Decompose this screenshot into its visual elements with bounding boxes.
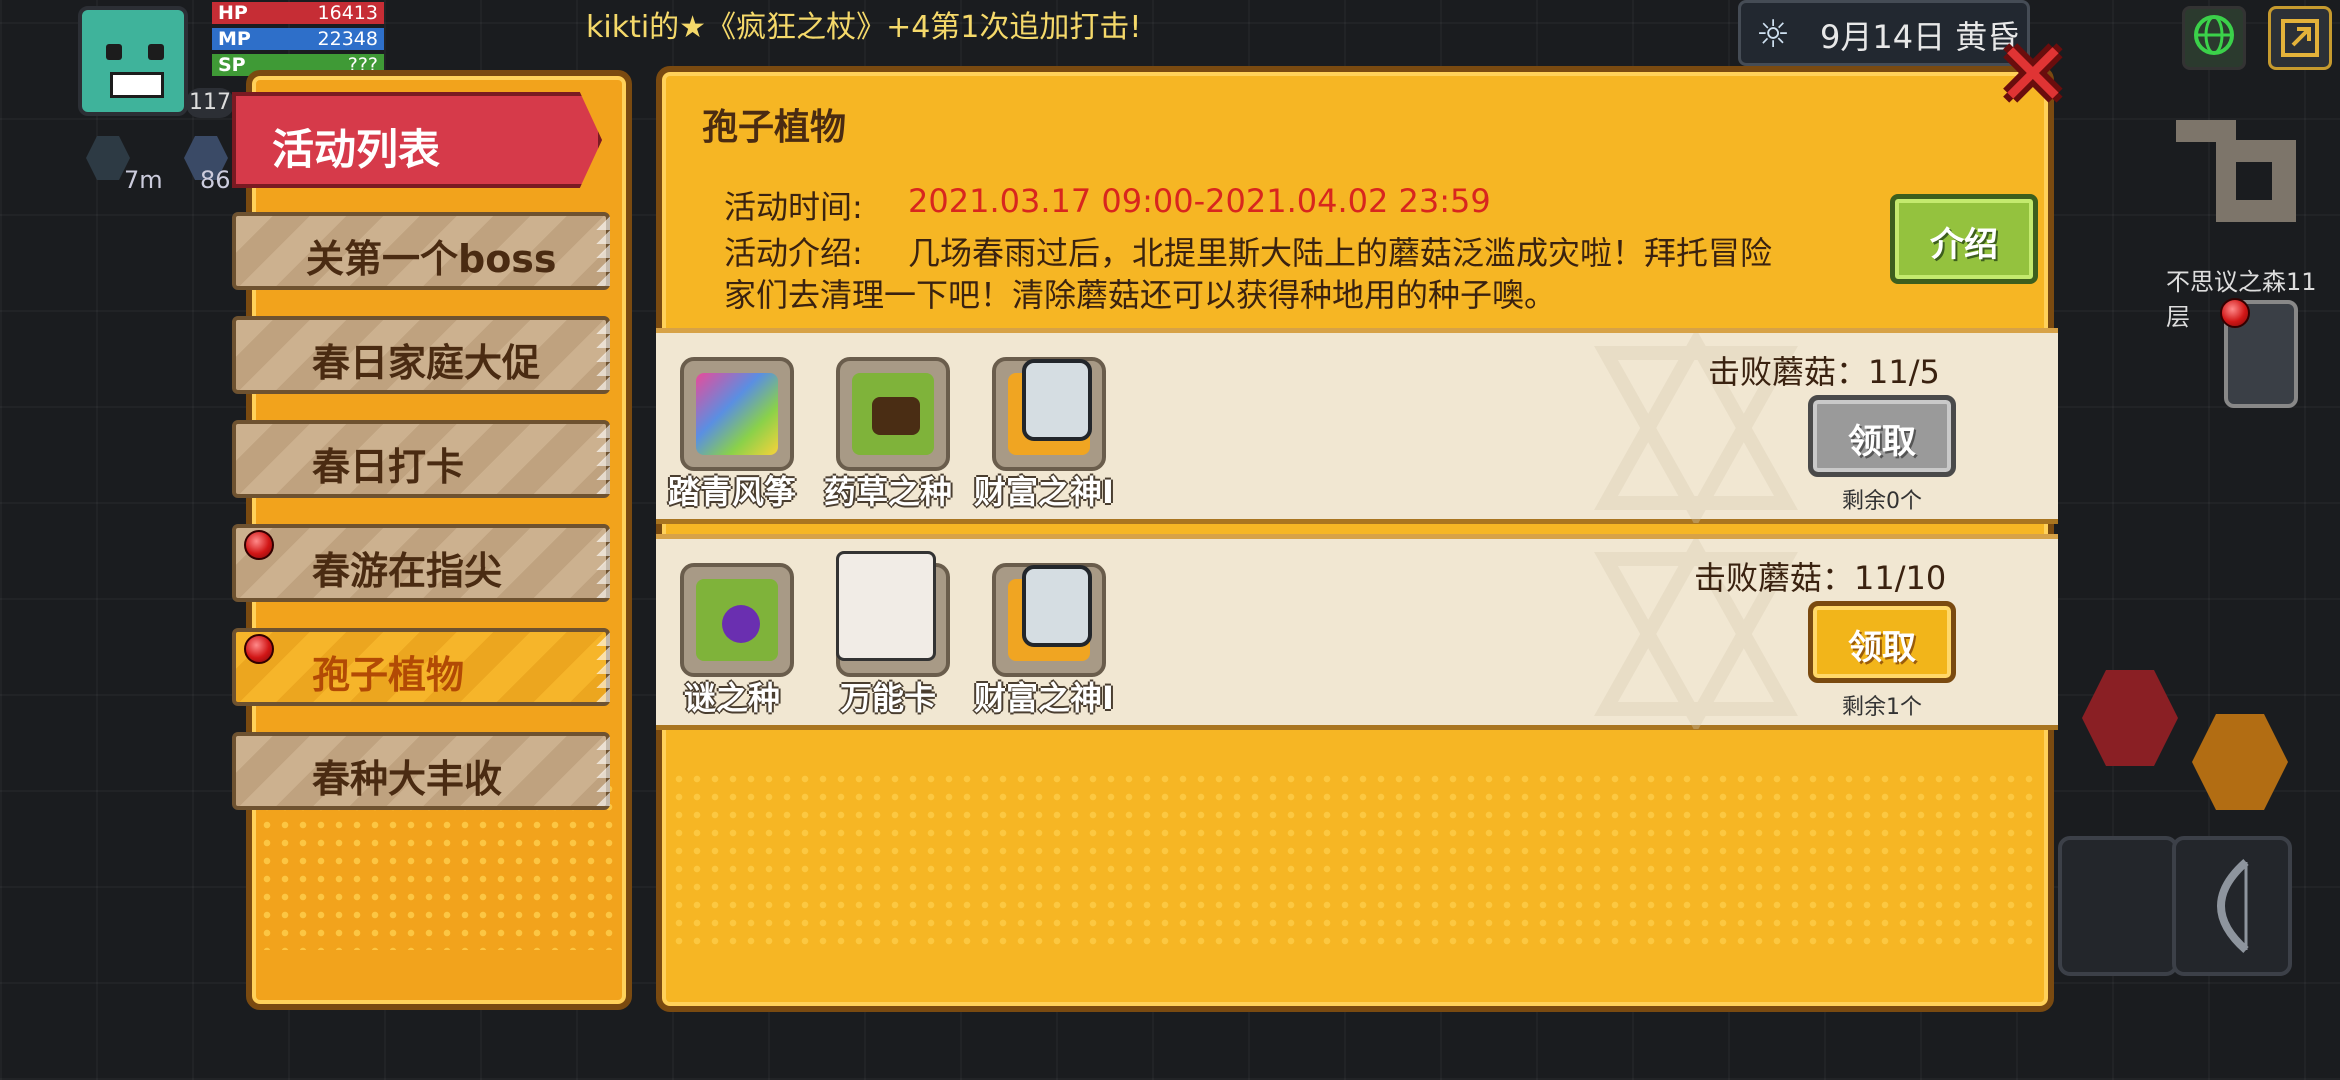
sp-label: SP bbox=[218, 54, 246, 76]
reward-row: 谜之种 万能卡 财富之神I 击败蘑菇：11/10 领取 剩余1个 bbox=[656, 534, 2058, 730]
date-text: 9月14日 黄昏 bbox=[1820, 18, 2020, 56]
tab-spring-checkin[interactable]: 春日打卡 bbox=[232, 420, 610, 498]
claim-label: 领取 bbox=[1848, 628, 1916, 668]
tab-notification-dot bbox=[244, 530, 274, 560]
tab-spring-outing[interactable]: 春游在指尖 bbox=[232, 524, 610, 602]
reward-item-name: 万能卡 bbox=[839, 679, 936, 717]
hp-value: 16413 bbox=[317, 2, 378, 24]
exit-arrow-icon[interactable] bbox=[2268, 6, 2332, 70]
system-ticker: kikti的★《疯狂之杖》+4第1次追加打击! bbox=[586, 10, 1142, 45]
tab-label: 关第一个boss bbox=[306, 237, 557, 281]
buff-timer: 7m bbox=[124, 166, 163, 194]
reward-item-fortune-god[interactable] bbox=[992, 357, 1106, 471]
buff-count: 86 bbox=[200, 166, 231, 194]
network-globe-icon[interactable] bbox=[2182, 6, 2246, 70]
reward-row: 踏青风筝 药草之种 财富之神I 击败蘑菇：11/5 领取 剩余0个 bbox=[656, 328, 2058, 524]
tab-label: 春游在指尖 bbox=[312, 549, 503, 593]
mp-bar: MP 22348 bbox=[212, 28, 384, 50]
phone-notification-dot bbox=[2220, 298, 2250, 328]
reward-item-name: 财富之神I bbox=[974, 679, 1114, 717]
avatar-eye bbox=[148, 44, 164, 60]
remaining-count: 剩余0个 bbox=[1842, 489, 1922, 514]
intro-button[interactable]: 介绍 bbox=[1890, 194, 2038, 284]
tab-label: 春日家庭大促 bbox=[312, 341, 541, 385]
reward-item-herb-seed[interactable] bbox=[836, 357, 950, 471]
close-icon[interactable]: ✕ bbox=[1996, 31, 2070, 119]
reward-item-name: 药草之种 bbox=[823, 473, 952, 511]
weapon-slot-bow-icon[interactable] bbox=[2172, 836, 2292, 976]
tab-spring-harvest[interactable]: 春种大丰收 bbox=[232, 732, 610, 810]
event-title: 孢子植物 bbox=[702, 107, 847, 148]
avatar-eye bbox=[106, 44, 122, 60]
reward-item-name: 财富之神I bbox=[974, 473, 1114, 511]
remaining-count: 剩余1个 bbox=[1842, 695, 1922, 720]
tab-notification-dot bbox=[244, 634, 274, 664]
reward-item-name: 踏青风筝 bbox=[667, 473, 796, 511]
time-value: 2021.03.17 09:00-2021.04.02 23:59 bbox=[908, 182, 1491, 220]
intro-button-label: 介绍 bbox=[1930, 225, 1998, 265]
level-badge: 117 bbox=[186, 88, 234, 118]
hp-label: HP bbox=[218, 2, 248, 24]
panel-pattern bbox=[670, 770, 2040, 950]
reward-goal: 击败蘑菇：11/5 bbox=[1708, 353, 1940, 391]
avatar-mouth bbox=[110, 72, 164, 98]
activity-list-header: 活动列表 bbox=[232, 92, 602, 188]
intro-line-2: 家们去清理一下吧！清除蘑菇还可以获得种地用的种子噢。 bbox=[724, 276, 1557, 314]
claim-button-disabled[interactable]: 领取 bbox=[1808, 395, 1956, 477]
tab-spring-family-sale[interactable]: 春日家庭大促 bbox=[232, 316, 610, 394]
reward-item-mystery-seed[interactable] bbox=[680, 563, 794, 677]
tab-label: 春日打卡 bbox=[312, 445, 465, 489]
hp-bar: HP 16413 bbox=[212, 2, 384, 24]
claim-label: 领取 bbox=[1848, 422, 1916, 462]
reward-item-fortune-god[interactable] bbox=[992, 563, 1106, 677]
sun-icon: ☼ bbox=[1756, 12, 1791, 56]
weapon-slot-sword-icon[interactable] bbox=[2058, 836, 2178, 976]
player-avatar[interactable] bbox=[78, 6, 188, 116]
mp-label: MP bbox=[218, 28, 251, 50]
claim-button[interactable]: 领取 bbox=[1808, 601, 1956, 683]
reward-item-name: 谜之种 bbox=[683, 679, 780, 717]
tab-spore-plants[interactable]: 孢子植物 bbox=[232, 628, 610, 706]
reward-goal: 击败蘑菇：11/10 bbox=[1694, 559, 1947, 597]
tab-label: 春种大丰收 bbox=[312, 757, 503, 801]
time-label: 活动时间: bbox=[724, 188, 863, 226]
intro-label: 活动介绍: bbox=[724, 234, 863, 272]
mp-value: 22348 bbox=[317, 28, 378, 50]
reward-item-kite[interactable] bbox=[680, 357, 794, 471]
intro-line-1: 几场春雨过后，北提里斯大陆上的蘑菇泛滥成灾啦！拜托冒险 bbox=[908, 234, 1773, 272]
tab-label: 孢子植物 bbox=[312, 653, 465, 697]
minimap[interactable] bbox=[2176, 110, 2296, 240]
reward-item-universal-card[interactable] bbox=[836, 551, 950, 677]
header-title: 活动列表 bbox=[272, 125, 441, 174]
tab-first-boss[interactable]: 关第一个boss bbox=[232, 212, 610, 290]
